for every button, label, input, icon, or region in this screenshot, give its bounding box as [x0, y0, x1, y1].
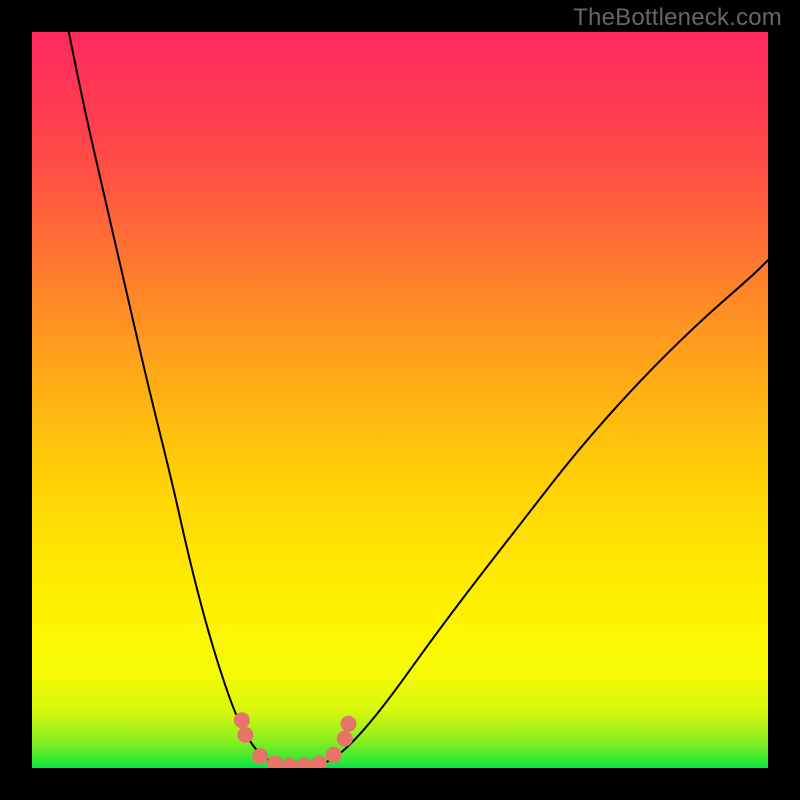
curve-markers	[234, 712, 357, 768]
curve-bead	[296, 758, 312, 768]
curve-bead	[337, 731, 353, 747]
bottleneck-curve	[69, 32, 768, 766]
chart-frame: TheBottleneck.com	[0, 0, 800, 800]
curve-bead	[326, 747, 342, 763]
curve-bead	[282, 758, 298, 768]
curve-bead	[237, 727, 253, 743]
watermark-text: TheBottleneck.com	[573, 4, 782, 32]
curve-bead	[341, 716, 357, 732]
chart-svg	[32, 32, 768, 768]
curve-bead	[267, 756, 283, 768]
curve-bead	[252, 748, 268, 764]
chart-plot-area	[32, 32, 768, 768]
curve-bead	[234, 712, 250, 728]
curve-bead	[311, 756, 327, 768]
